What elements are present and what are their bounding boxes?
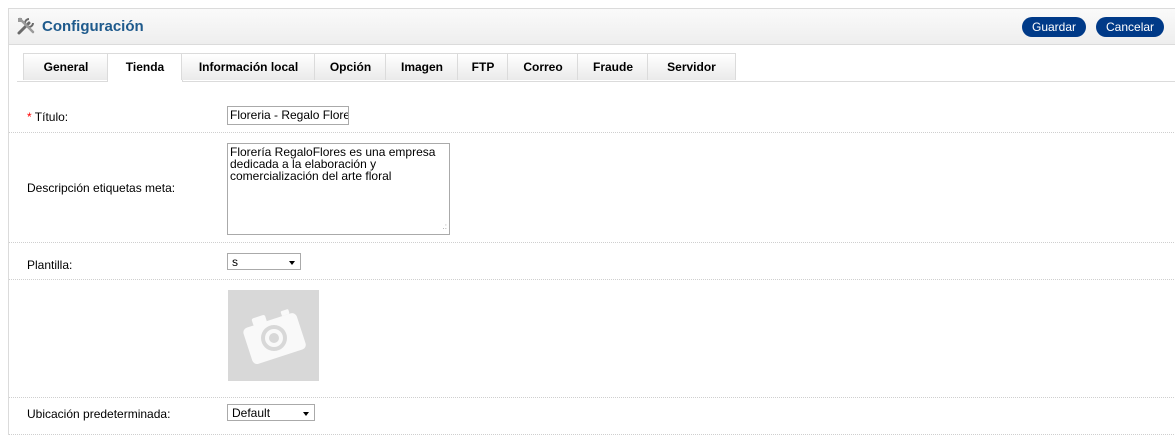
tab-bar: General Tienda Información local Opción … bbox=[17, 53, 1175, 82]
template-preview-row bbox=[9, 280, 1175, 398]
title-input[interactable]: Floreria - Regalo Flore bbox=[227, 106, 349, 125]
template-select[interactable]: s bbox=[227, 253, 301, 270]
meta-description-row bbox=[9, 133, 1175, 243]
title-row bbox=[9, 95, 1175, 133]
meta-description-textarea[interactable]: Florería RegaloFlores es una empresa ded… bbox=[227, 143, 450, 235]
resize-handle-icon[interactable]: .: bbox=[443, 221, 447, 233]
template-row bbox=[9, 243, 1175, 280]
tools-icon bbox=[17, 17, 35, 35]
title-label: * Título: bbox=[27, 110, 68, 124]
title-label-text: Título: bbox=[34, 110, 69, 124]
tab-imagen[interactable]: Imagen bbox=[385, 53, 459, 80]
default-location-row bbox=[9, 398, 1175, 435]
meta-description-text: Florería RegaloFlores es una empresa ded… bbox=[230, 145, 436, 183]
meta-description-label: Descripción etiquetas meta: bbox=[27, 181, 176, 195]
chevron-down-icon bbox=[289, 261, 295, 265]
tab-informacion-local[interactable]: Información local bbox=[181, 53, 316, 80]
template-label: Plantilla: bbox=[27, 258, 73, 272]
camera-icon bbox=[243, 309, 306, 365]
settings-panel: Configuración Guardar Cancelar General T… bbox=[8, 8, 1175, 435]
chevron-down-icon bbox=[303, 412, 309, 416]
panel-header: Configuración Guardar Cancelar bbox=[9, 9, 1175, 45]
default-location-select-value: Default bbox=[232, 406, 271, 420]
cancel-button[interactable]: Cancelar bbox=[1096, 17, 1165, 37]
template-select-value: s bbox=[232, 255, 238, 269]
tab-fraude[interactable]: Fraude bbox=[577, 53, 649, 80]
save-button[interactable]: Guardar bbox=[1022, 17, 1087, 37]
tab-tienda[interactable]: Tienda bbox=[107, 53, 183, 82]
template-preview-image bbox=[228, 290, 319, 381]
page-title: Configuración bbox=[42, 18, 144, 35]
tab-opcion[interactable]: Opción bbox=[314, 53, 387, 80]
required-mark: * bbox=[27, 110, 32, 124]
default-location-select[interactable]: Default bbox=[227, 404, 315, 421]
tab-general[interactable]: General bbox=[23, 53, 109, 80]
tab-servidor[interactable]: Servidor bbox=[647, 53, 736, 80]
tab-correo[interactable]: Correo bbox=[507, 53, 579, 80]
tab-ftp[interactable]: FTP bbox=[457, 53, 509, 80]
default-location-label: Ubicación predeterminada: bbox=[27, 407, 171, 421]
